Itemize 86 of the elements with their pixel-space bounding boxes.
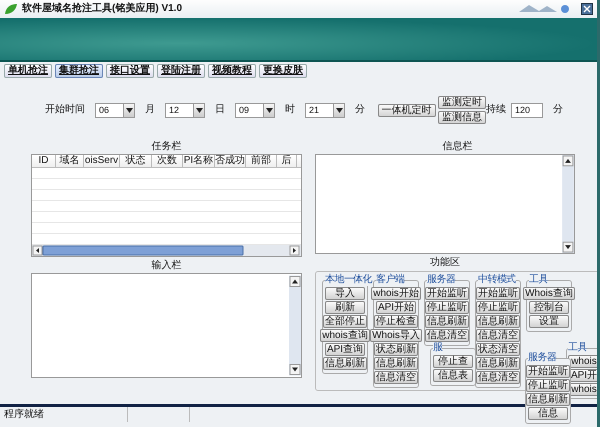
unit-label: 时	[285, 104, 295, 116]
function-button[interactable]: 信息清空	[374, 370, 418, 384]
group-title: 服务器	[427, 274, 456, 286]
window-title: 软件屋域名抢注工具(铭美应用) V1.0	[22, 3, 182, 15]
function-button[interactable]: 信息刷新	[476, 314, 520, 328]
monitor-button[interactable]: 监测定时	[438, 96, 486, 109]
function-button[interactable]: API开始	[376, 300, 416, 314]
dropdown-arrow-icon	[266, 108, 272, 112]
function-button[interactable]: 信息刷新	[323, 356, 367, 370]
function-button[interactable]: API开	[568, 368, 597, 382]
function-button[interactable]: 信息清空	[476, 370, 520, 384]
function-button[interactable]: whois开始	[371, 286, 421, 300]
dropdown[interactable]: 06	[95, 102, 135, 118]
function-button[interactable]: Whois查询	[523, 286, 575, 300]
leaf-icon	[4, 3, 18, 15]
function-button[interactable]: 设置	[529, 314, 569, 328]
group-title: 工具	[529, 274, 548, 286]
function-button[interactable]: 信息刷新	[476, 356, 520, 370]
function-button[interactable]: 信息清空	[425, 328, 469, 342]
group-title: 工具	[568, 342, 587, 354]
unit-label: 日	[215, 104, 225, 116]
column-header: 状态	[120, 155, 152, 167]
function-button[interactable]: whois	[568, 382, 597, 396]
unit-label: 月	[145, 104, 155, 116]
function-button[interactable]: 导入	[325, 286, 365, 300]
function-button[interactable]: 开始监听	[526, 364, 570, 378]
panel-title: 功能区	[429, 256, 461, 270]
column-header: 次数	[152, 155, 183, 167]
column-header: 后	[277, 155, 297, 167]
dropdown[interactable]: 21	[305, 102, 345, 118]
timer-button[interactable]: 一体机定时	[378, 104, 436, 116]
dropdown[interactable]: 09	[235, 102, 275, 118]
status-text: 程序就绪	[0, 407, 128, 422]
monitor-button[interactable]: 监测信息	[438, 111, 486, 124]
tab[interactable]: 登陆注册	[157, 64, 205, 78]
column-header: oisServ	[84, 155, 120, 167]
function-button[interactable]: 停止查	[433, 354, 473, 368]
input-textarea[interactable]	[31, 272, 302, 378]
function-button[interactable]: Whois导入	[370, 328, 422, 342]
close-icon[interactable]	[581, 3, 593, 15]
group-title: 客户端	[376, 274, 404, 286]
column-header: ID	[32, 155, 56, 167]
column-header: 域名	[56, 155, 84, 167]
function-button[interactable]: 控制台	[529, 300, 569, 314]
function-button[interactable]: 停止检查	[374, 314, 418, 328]
function-button[interactable]: 停止监听	[425, 300, 469, 314]
column-header: PI名称	[183, 155, 215, 167]
function-button[interactable]: 停止监听	[526, 378, 570, 392]
function-button[interactable]: 信息表	[433, 368, 473, 382]
group-title: 服	[433, 342, 442, 354]
function-button[interactable]: 信息刷新	[374, 356, 418, 370]
tab[interactable]: 视频教程	[208, 64, 256, 78]
function-button[interactable]: 信息刷新	[526, 392, 570, 406]
column-header: 否成功	[215, 155, 246, 167]
function-button[interactable]: 信息刷新	[425, 314, 469, 328]
tab[interactable]: 更换皮肤	[259, 64, 307, 78]
group-title: 中转模式	[478, 274, 516, 286]
duration-field[interactable]: 120	[511, 102, 543, 118]
function-button[interactable]: 信息清空	[476, 328, 520, 342]
function-button[interactable]: 信息	[528, 406, 568, 420]
panel-title: 输入栏	[150, 260, 182, 272]
function-button[interactable]: 全部停止	[323, 314, 367, 328]
function-button[interactable]: whois查询	[320, 328, 370, 342]
panel-title: 任务栏	[150, 141, 182, 154]
panel-title: 信息栏	[442, 141, 474, 154]
duration-label: 持续	[486, 104, 506, 116]
unit-label: 分	[553, 104, 563, 116]
function-button[interactable]: 状态清空	[476, 342, 520, 356]
function-button[interactable]: 开始监听	[476, 286, 520, 300]
function-button[interactable]: 停止监听	[476, 300, 520, 314]
group-title: 服务器	[528, 352, 556, 364]
function-button[interactable]: 开始监听	[425, 286, 469, 300]
dropdown-arrow-icon	[126, 108, 132, 112]
unit-label: 分	[355, 104, 365, 116]
function-button[interactable]: 状态刷新	[374, 342, 418, 356]
dropdown[interactable]: 12	[165, 102, 205, 118]
tab[interactable]: 集群抢注	[55, 64, 103, 78]
tab[interactable]: 接口设置	[106, 64, 154, 78]
function-button[interactable]: API查询	[324, 342, 366, 356]
tab[interactable]: 单机抢注	[4, 64, 52, 78]
dropdown-arrow-icon	[196, 108, 202, 112]
function-button[interactable]: 刷新	[325, 300, 365, 314]
group-title: 本地一体化	[325, 274, 372, 286]
start-time-label: 开始时间	[45, 104, 85, 116]
dropdown-arrow-icon	[336, 108, 342, 112]
function-button[interactable]: whois	[568, 354, 597, 368]
